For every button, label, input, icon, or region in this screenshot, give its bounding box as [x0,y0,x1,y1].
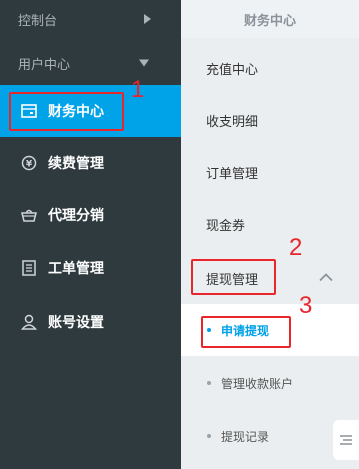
sidebar-item-label: 控制台 [18,13,58,29]
document-icon [20,259,38,277]
chevron-down-icon [139,59,149,67]
sidebar-item-user-center[interactable]: 用户中心 [0,44,181,82]
menu-item-label: 充值中心 [206,62,259,78]
user-icon [20,313,38,331]
menu-item-coupons[interactable]: 现金券 [181,198,359,250]
submenu-item-apply-withdrawal[interactable]: 申请提现 [181,304,359,356]
sidebar-item-agency[interactable]: 代理分销 [0,189,181,241]
sidebar-item-label: 代理分销 [48,208,104,224]
sidebar-item-label: 工单管理 [48,261,104,277]
yen-circle-icon: ¥ [20,154,38,172]
sidebar-item-tickets[interactable]: 工单管理 [0,242,181,294]
annotation-number-1: 1 [131,76,145,103]
panel-title: 财务中心 [181,0,359,38]
left-sidebar: 控制台 用户中心 财务中心 ¥ 续费管理 代理分销 工单管理 账号设置 [0,0,181,469]
sidebar-item-label: 用户中心 [18,57,71,73]
menu-item-label: 收支明细 [206,114,259,130]
sidebar-item-console[interactable]: 控制台 [0,0,181,38]
submenu-item-label: 管理收款账户 [221,376,294,391]
menu-item-recharge[interactable]: 充值中心 [181,42,359,94]
sidebar-item-label: 账号设置 [48,315,104,331]
collapse-panel-button[interactable] [333,420,359,460]
submenu-item-label: 提现记录 [221,429,270,444]
bullet-icon [207,434,211,438]
menu-item-label: 订单管理 [206,166,259,182]
submenu-item-manage-accounts[interactable]: 管理收款账户 [181,357,359,409]
menu-lines-icon [340,431,352,450]
bullet-icon [207,381,211,385]
menu-item-withdrawal[interactable]: 提现管理 [181,252,359,304]
menu-item-label: 现金券 [206,218,246,234]
sidebar-item-renewal[interactable]: ¥ 续费管理 [0,137,181,189]
annotation-number-3: 3 [299,292,313,319]
sidebar-item-account[interactable]: 账号设置 [0,296,181,348]
menu-item-transactions[interactable]: 收支明细 [181,94,359,146]
sidebar-item-label: 续费管理 [48,156,104,172]
svg-text:¥: ¥ [26,160,33,170]
sidebar-item-label: 财务中心 [48,104,104,120]
menu-item-orders[interactable]: 订单管理 [181,146,359,198]
menu-item-label: 提现管理 [206,272,259,288]
chevron-right-icon [144,14,151,24]
annotation-number-2: 2 [289,234,303,261]
bullet-icon [207,328,211,332]
basket-icon [20,206,38,224]
sidebar-item-finance[interactable]: 财务中心 [0,85,181,137]
submenu-panel: 财务中心 充值中心 收支明细 订单管理 现金券 提现管理 申请提现 管理收款账户… [181,0,359,469]
chevron-up-icon [319,271,333,286]
wallet-icon [20,102,38,120]
submenu-item-label: 申请提现 [221,323,270,338]
